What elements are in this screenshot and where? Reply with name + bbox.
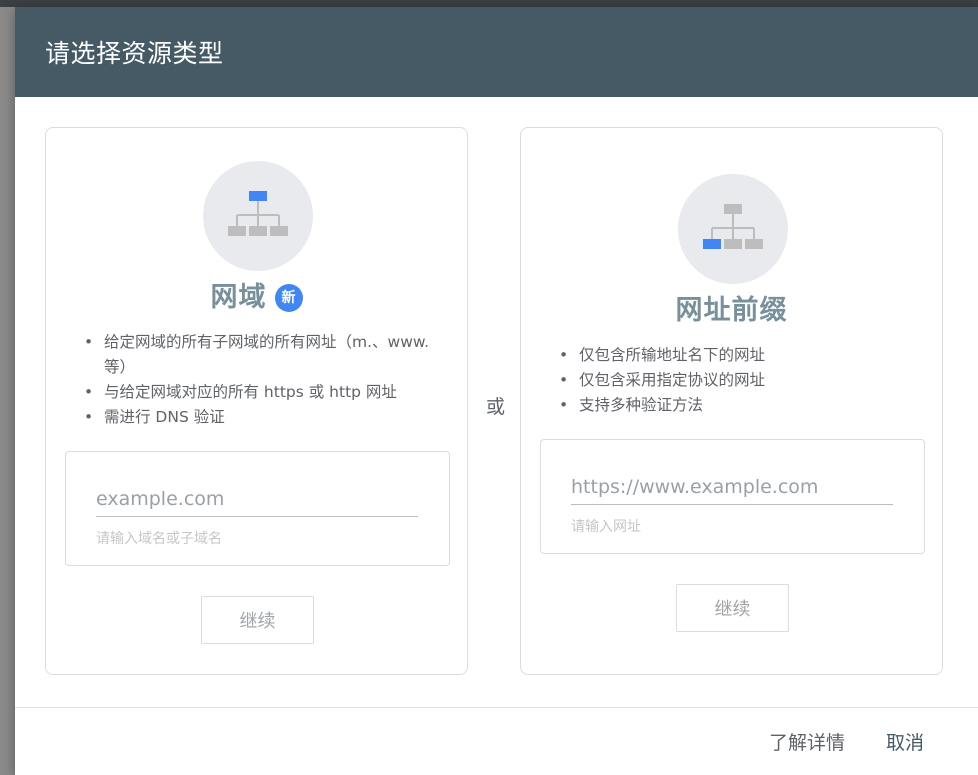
domain-continue-button[interactable]: 继续	[201, 596, 314, 644]
domain-input[interactable]	[96, 482, 418, 517]
domain-title: 网域新	[46, 275, 467, 314]
cancel-button[interactable]: 取消	[886, 725, 924, 757]
domain-input-hint: 请输入域名或子域名	[96, 531, 222, 547]
url-prefix-input[interactable]	[571, 470, 893, 505]
resource-type-dialog: 请选择资源类型 网域新 给定网域的所有子网域的所有网址（m.、www. 等）	[15, 7, 978, 775]
dialog-title: 请选择资源类型	[45, 39, 224, 68]
domain-icon-circle	[203, 161, 313, 271]
domain-card: 网域新 给定网域的所有子网域的所有网址（m.、www. 等） 与给定网域对应的所…	[45, 127, 468, 675]
prefix-input-box: 请输入网址	[540, 439, 925, 554]
footer-divider	[15, 707, 978, 708]
learn-more-button[interactable]: 了解详情	[769, 725, 845, 757]
list-item: 给定网域的所有子网域的所有网址（m.、www. 等）	[82, 330, 432, 380]
domain-input-box: 请输入域名或子域名	[65, 451, 450, 566]
or-label: 或	[486, 396, 506, 418]
domain-title-text: 网域	[210, 282, 267, 313]
list-item: 仅包含所输地址名下的网址	[557, 343, 907, 368]
list-item: 与给定网域对应的所有 https 或 http 网址	[82, 380, 432, 405]
list-item: 支持多种验证方法	[557, 393, 907, 418]
domain-bullets: 给定网域的所有子网域的所有网址（m.、www. 等） 与给定网域对应的所有 ht…	[82, 330, 432, 430]
url-prefix-card: 网址前缀 仅包含所输地址名下的网址 仅包含采用指定协议的网址 支持多种验证方法 …	[520, 127, 943, 675]
prefix-continue-button[interactable]: 继续	[676, 584, 789, 632]
prefix-input-hint: 请输入网址	[571, 519, 641, 535]
prefix-icon-circle	[678, 174, 788, 284]
sitemap-icon	[703, 204, 763, 249]
backdrop-app-bar	[0, 0, 978, 7]
prefix-title: 网址前缀	[675, 295, 788, 326]
sitemap-icon	[228, 191, 288, 236]
list-item: 需进行 DNS 验证	[82, 405, 432, 430]
dialog-header: 请选择资源类型	[15, 7, 978, 97]
list-item: 仅包含采用指定协议的网址	[557, 368, 907, 393]
prefix-bullets: 仅包含所输地址名下的网址 仅包含采用指定协议的网址 支持多种验证方法	[557, 343, 907, 418]
new-badge: 新	[274, 284, 303, 312]
